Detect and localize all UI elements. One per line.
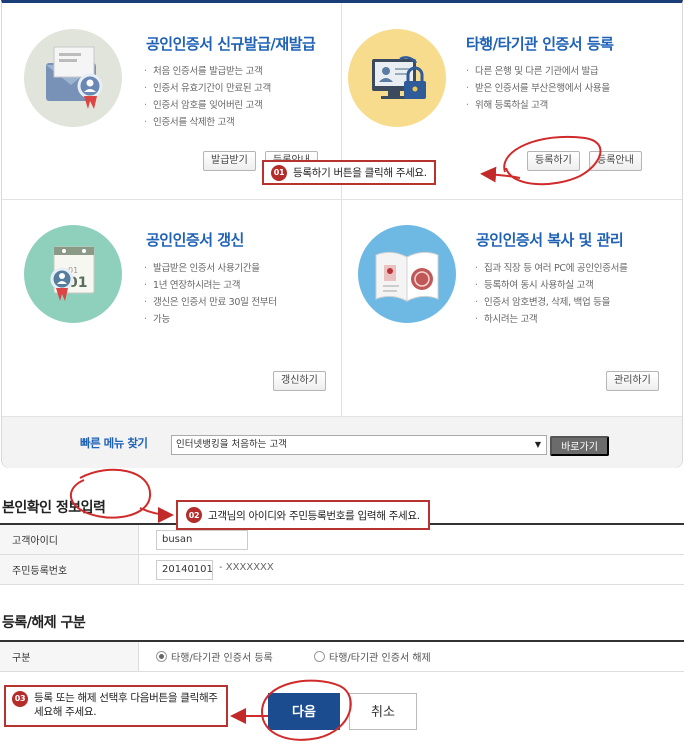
rrn-label: 주민등록번호: [0, 555, 139, 584]
card-new-certificate-list: 처음 인증서를 발급받는 고객 인증서 유효기간이 만료된 고객 인증서 암호를…: [144, 63, 271, 131]
list-item: 1년 연장하시려는 고객: [144, 277, 277, 294]
list-item: 발급받은 인증서 사용기간을: [144, 260, 277, 277]
cancel-button[interactable]: 취소: [349, 693, 417, 730]
step-number-badge: 03: [12, 691, 28, 707]
register-radio-label[interactable]: 타행/타기관 인증서 등록: [171, 649, 273, 664]
table-row: 주민등록번호 20140101 - XXXXXXX: [0, 555, 684, 585]
register-guide-button[interactable]: 등록안내: [589, 151, 642, 171]
card-renew-title: 공인인증서 갱신: [146, 231, 244, 249]
callout-text: 등록 또는 해제 선택후 다음버튼을 클릭해주세요해 주세요.: [34, 692, 218, 718]
identity-form-table: 고객아이디 busan 주민등록번호 20140101 - XXXXXXX: [0, 523, 684, 585]
list-item: 처음 인증서를 발급받는 고객: [144, 63, 271, 80]
renew-button[interactable]: 갱신하기: [273, 371, 326, 391]
customer-id-input[interactable]: busan: [156, 530, 248, 550]
registration-section-title: 등록/해제 구분: [2, 615, 86, 631]
register-radio[interactable]: [156, 651, 167, 662]
list-item: 받은 인증서를 부산은행에서 사용을: [466, 80, 610, 97]
quick-menu-select[interactable]: 인터넷뱅킹을 처음하는 고객 ▼: [171, 435, 547, 455]
list-item: 다른 은행 및 다른 기관에서 발급: [466, 63, 610, 80]
renew-certificate-icon: 01 01: [24, 225, 122, 323]
quick-menu-go-button[interactable]: 바로가기: [550, 436, 609, 456]
list-item: 하시려는 고객: [475, 311, 628, 328]
copy-manage-certificate-icon: [358, 225, 456, 323]
list-item: 집과 직장 등 여러 PC에 공인인증서를: [475, 260, 628, 277]
dropdown-arrow-icon: ▼: [534, 440, 541, 449]
customer-id-label: 고객아이디: [0, 525, 139, 554]
revoke-radio[interactable]: [314, 651, 325, 662]
issue-button[interactable]: 발급받기: [203, 151, 256, 171]
list-item: 등록하여 동시 사용하실 고객: [475, 277, 628, 294]
register-button[interactable]: 등록하기: [527, 151, 580, 171]
list-item: 인증서 암호를 잊어버린 고객: [144, 97, 271, 114]
callout-text: 고객님의 아이디와 주민등록번호를 입력해 주세요.: [208, 509, 420, 522]
quick-menu-selected-value: 인터넷뱅킹을 처음하는 고객: [176, 439, 287, 450]
card-copy-manage-list: 집과 직장 등 여러 PC에 공인인증서를 등록하여 동시 사용하실 고객 인증…: [475, 260, 628, 328]
registration-form-table: 구분 타행/타기관 인증서 등록 타행/타기관 인증서 해제: [0, 640, 684, 672]
card-renew-list: 발급받은 인증서 사용기간을 1년 연장하시려는 고객 갱신은 인증서 만료 3…: [144, 260, 277, 328]
card-other-bank-list: 다른 은행 및 다른 기관에서 발급 받은 인증서를 부산은행에서 사용을 위해…: [466, 63, 610, 114]
panel-divider-vertical: [341, 3, 342, 416]
certificate-service-panel: 공인인증서 신규발급/재발급 처음 인증서를 발급받는 고객 인증서 유효기간이…: [1, 0, 683, 468]
callout-step-02: 02 고객님의 아이디와 주민등록번호를 입력해 주세요.: [176, 500, 430, 530]
identity-section-title: 본인확인 정보입력: [2, 500, 106, 516]
callout-step-03: 03 등록 또는 해제 선택후 다음버튼을 클릭해주세요해 주세요.: [4, 685, 228, 727]
step-number-badge: 02: [186, 507, 202, 523]
arrow-icon: [139, 506, 174, 523]
list-item: 인증서 유효기간이 만료된 고객: [144, 80, 271, 97]
list-item: 갱신은 인증서 만료 30일 전부터: [144, 294, 277, 311]
revoke-radio-label[interactable]: 타행/타기관 인증서 해제: [329, 649, 431, 664]
type-label: 구분: [0, 642, 139, 671]
list-item: 인증서를 삭제한 고객: [144, 114, 271, 131]
panel-divider-horizontal: [2, 199, 682, 200]
rrn-back-masked: - XXXXXXX: [219, 562, 274, 573]
list-item: 위해 등록하실 고객: [466, 97, 610, 114]
step-number-badge: 01: [271, 164, 287, 181]
rrn-front-input[interactable]: 20140101: [156, 560, 213, 580]
quick-menu-label: 빠른 메뉴 찾기: [80, 436, 148, 450]
next-button[interactable]: 다음: [268, 693, 340, 730]
other-bank-certificate-icon: [348, 29, 446, 127]
new-certificate-icon: [24, 29, 122, 127]
callout-step-01: 01 등록하기 버튼을 클릭해 주세요.: [262, 160, 436, 185]
callout-text: 등록하기 버튼을 클릭해 주세요.: [293, 167, 427, 179]
list-item: 인증서 암호변경, 삭제, 백업 등을: [475, 294, 628, 311]
card-other-bank-title: 타행/타기관 인증서 등록: [466, 35, 614, 53]
card-new-certificate-title: 공인인증서 신규발급/재발급: [146, 35, 316, 53]
table-row: 구분 타행/타기관 인증서 등록 타행/타기관 인증서 해제: [0, 642, 684, 672]
list-item: 가능: [144, 311, 277, 328]
manage-button[interactable]: 관리하기: [606, 371, 659, 391]
card-copy-manage-title: 공인인증서 복사 및 관리: [476, 231, 624, 249]
quick-menu-bar: 빠른 메뉴 찾기 인터넷뱅킹을 처음하는 고객 ▼ 바로가기: [2, 416, 682, 468]
